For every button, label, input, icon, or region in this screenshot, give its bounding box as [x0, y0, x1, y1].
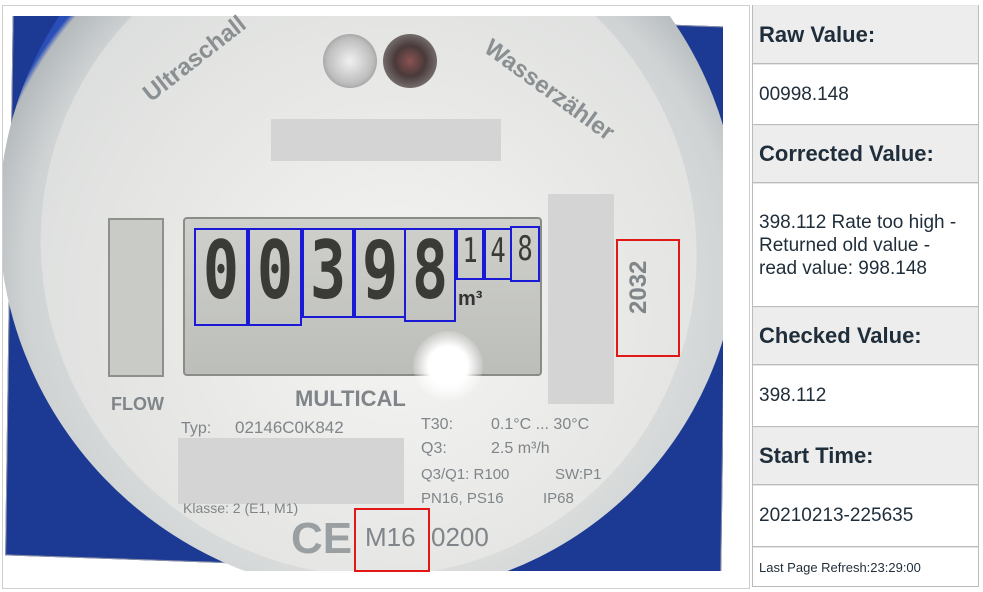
ip-label: IP68	[543, 490, 574, 507]
digit-box-4: 9	[354, 228, 406, 318]
digit-5: 8	[412, 228, 449, 317]
flow-indicator	[108, 218, 164, 377]
digit-box-7: 4	[484, 228, 512, 280]
raw-value: 00998.148	[759, 83, 849, 105]
last-refresh-text: Last Page Refresh:23:29:00	[759, 559, 921, 575]
unit-label: m³	[458, 288, 483, 310]
code-label: 0200	[431, 522, 489, 552]
raw-value-cell: 00998.148	[753, 64, 978, 125]
m16-label: M16	[365, 522, 416, 552]
photo-white-edge-right	[723, 6, 749, 588]
digit-box-5: 8	[404, 228, 456, 322]
photo-white-edge-bottom	[3, 571, 749, 588]
values-panel: Raw Value: 00998.148 Corrected Value: 39…	[752, 5, 979, 587]
t30-value: 0.1°C ... 30°C	[491, 416, 590, 433]
digit-6: 1	[462, 231, 478, 271]
start-time-header: Start Time:	[753, 427, 978, 485]
optical-lens-icon	[323, 34, 377, 88]
corrected-value-label: Corrected Value:	[759, 141, 934, 166]
pn-label: PN16, PS16	[421, 490, 504, 507]
year-label: 2032	[625, 260, 652, 314]
ce-mark: CE	[291, 514, 353, 563]
light-glare	[413, 331, 483, 401]
digit-box-1: 0	[194, 228, 248, 326]
t30-label: T30:	[421, 416, 454, 433]
sw-label: SW:P1	[555, 466, 602, 483]
meter-image-frame: Ultraschall Wasserzähler 0 0 3 9 8 1 4 8…	[2, 5, 750, 589]
digit-box-8: 8	[510, 226, 540, 282]
photo-white-edge-top	[3, 6, 749, 16]
klasse-label: Klasse: 2 (E1, M1)	[183, 500, 299, 516]
typ-label: Typ:	[181, 420, 212, 437]
digit-box-3: 3	[302, 228, 354, 318]
checked-value-header: Checked Value:	[753, 307, 978, 365]
digit-8: 8	[517, 229, 533, 269]
q3-label: Q3:	[421, 440, 447, 457]
start-time-label: Start Time:	[759, 443, 874, 468]
refresh-cell: Last Page Refresh:23:29:00	[753, 547, 978, 587]
start-time-cell: 20210213-225635	[753, 485, 978, 547]
corrected-value-cell: 398.112 Rate too high - Returned old val…	[753, 183, 978, 307]
digit-3: 3	[310, 228, 347, 317]
checked-value: 398.112	[759, 385, 827, 406]
digit-4: 9	[362, 228, 399, 317]
meter-photo: Ultraschall Wasserzähler 0 0 3 9 8 1 4 8…	[3, 6, 749, 588]
digit-7: 4	[490, 231, 506, 271]
redaction-block-bottom	[178, 438, 404, 504]
model-label: MULTICAL	[295, 386, 406, 411]
q3q1-label: Q3/Q1: R100	[421, 466, 510, 483]
checked-value-label: Checked Value:	[759, 323, 922, 348]
digit-1: 0	[202, 228, 240, 317]
redaction-block-top	[271, 119, 501, 161]
raw-value-header: Raw Value:	[753, 5, 978, 64]
digit-2: 0	[256, 228, 294, 317]
q3-value: 2.5 m³/h	[491, 440, 550, 457]
start-time-value: 20210213-225635	[759, 505, 914, 526]
flow-label: FLOW	[111, 394, 164, 414]
corrected-value: 398.112 Rate too high - Returned old val…	[759, 211, 957, 279]
ir-sensor-icon	[383, 34, 437, 88]
digit-box-2: 0	[248, 228, 302, 326]
checked-value-cell: 398.112	[753, 365, 978, 427]
redaction-block-right	[548, 194, 614, 404]
corrected-value-header: Corrected Value:	[753, 125, 978, 183]
digit-box-6: 1	[456, 228, 484, 280]
raw-value-label: Raw Value:	[759, 21, 876, 47]
typ-value: 02146C0K842	[235, 418, 344, 437]
